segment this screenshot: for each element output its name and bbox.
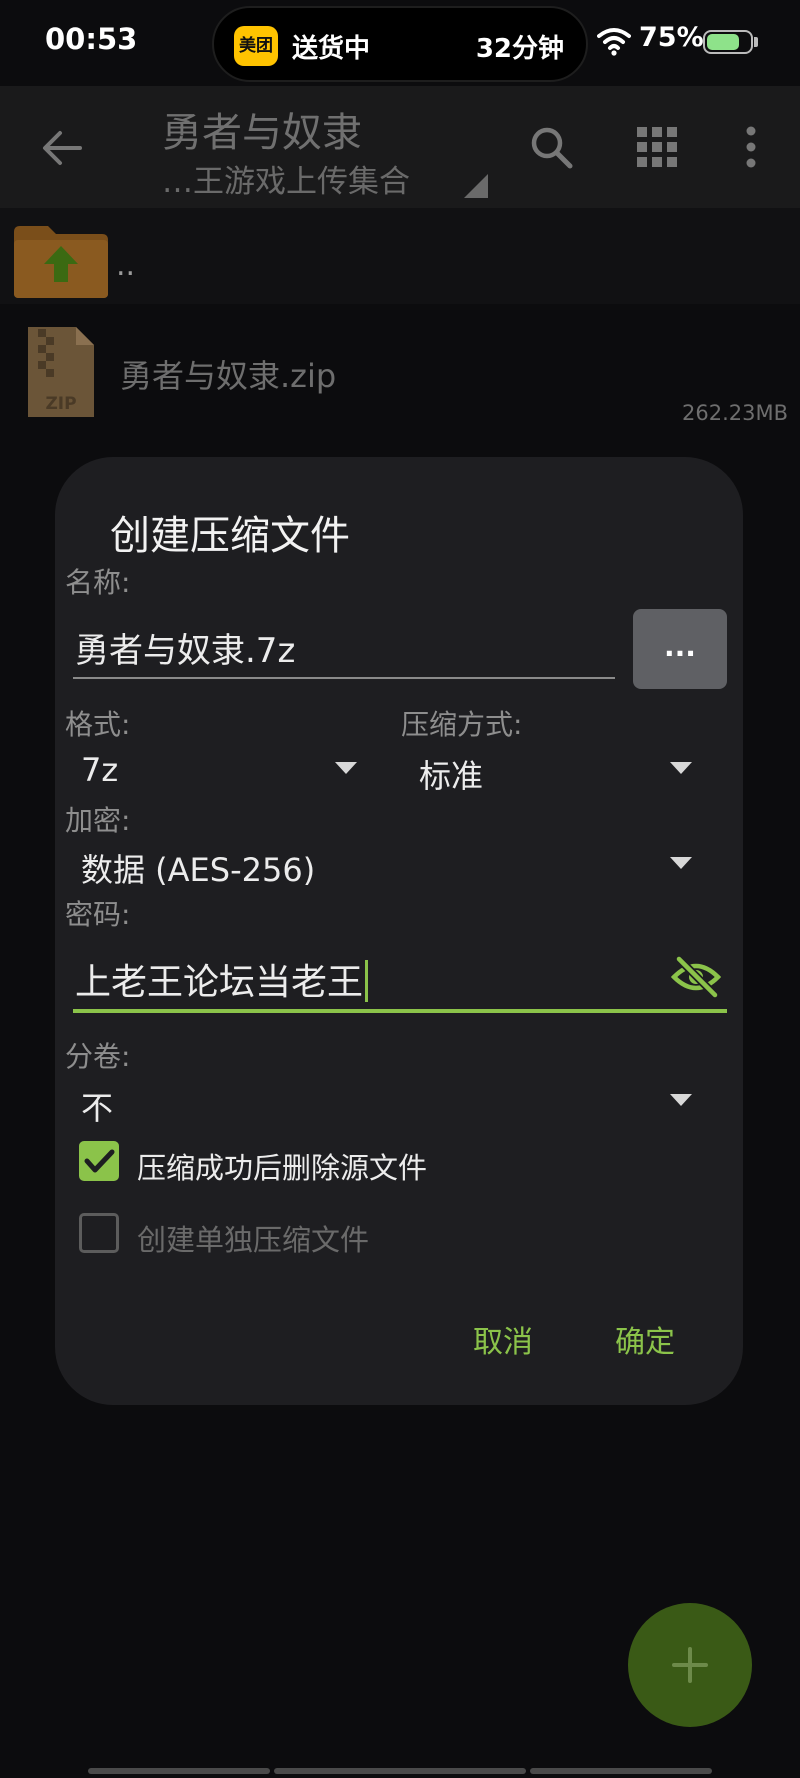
file-name: 勇者与奴隶.zip bbox=[120, 357, 337, 395]
method-label: 压缩方式: bbox=[401, 708, 523, 741]
zip-file-icon: ZIP bbox=[28, 327, 94, 417]
method-select[interactable]: 标准 bbox=[419, 751, 483, 797]
battery-tip bbox=[754, 37, 758, 47]
add-fab-button[interactable] bbox=[628, 1603, 752, 1727]
plus-icon bbox=[672, 1647, 708, 1683]
parent-folder-row[interactable]: .. bbox=[0, 208, 800, 304]
battery-percent: 75% bbox=[639, 22, 704, 53]
create-archive-dialog: 创建压缩文件 名称: 勇者与奴隶.7z ... 格式: 7z 压缩方式: 标准 … bbox=[55, 457, 743, 1405]
dynamic-island[interactable]: 美团 送货中 32分钟 bbox=[212, 6, 588, 82]
delivery-status: 送货中 bbox=[292, 34, 371, 64]
ok-button[interactable]: 确定 bbox=[615, 1317, 675, 1361]
name-field-underline bbox=[73, 677, 615, 679]
password-text: 上老王论坛当老王 bbox=[75, 962, 364, 1003]
battery-level-fill bbox=[707, 34, 739, 50]
separate-archives-label[interactable]: 创建单独压缩文件 bbox=[137, 1217, 369, 1259]
file-row[interactable]: ZIP 勇者与奴隶.zip 262.23MB bbox=[0, 305, 800, 425]
text-cursor bbox=[365, 960, 369, 1002]
battery-icon bbox=[703, 30, 753, 54]
status-time: 00:53 bbox=[45, 22, 138, 56]
dialog-title: 创建压缩文件 bbox=[110, 513, 350, 559]
folder-path[interactable]: …王游戏上传集合 bbox=[162, 156, 410, 201]
delivery-eta: 32分钟 bbox=[475, 34, 564, 64]
password-label: 密码: bbox=[65, 898, 131, 931]
more-vert-icon[interactable] bbox=[728, 124, 774, 170]
encryption-dropdown-icon[interactable] bbox=[670, 857, 692, 869]
path-dropdown-icon[interactable] bbox=[464, 174, 488, 198]
split-select[interactable]: 不 bbox=[81, 1083, 113, 1129]
file-size: 262.23MB bbox=[681, 401, 788, 425]
split-label: 分卷: bbox=[65, 1040, 131, 1073]
method-dropdown-icon[interactable] bbox=[670, 762, 692, 774]
format-label: 格式: bbox=[65, 708, 131, 741]
status-bar: 00:53 美团 送货中 32分钟 75% bbox=[0, 0, 800, 86]
back-arrow-icon[interactable] bbox=[40, 126, 84, 170]
password-field[interactable]: 上老王论坛当老王 bbox=[75, 953, 369, 1005]
gesture-bar-segment bbox=[88, 1768, 270, 1774]
folder-title: 勇者与奴隶 bbox=[162, 110, 362, 156]
password-field-underline bbox=[73, 1009, 727, 1013]
app-bar: 勇者与奴隶 …王游戏上传集合 bbox=[0, 86, 800, 208]
parent-folder-label: .. bbox=[116, 248, 136, 283]
folder-up-icon bbox=[14, 226, 108, 298]
gesture-bar-segment bbox=[530, 1768, 712, 1774]
format-select[interactable]: 7z bbox=[81, 751, 118, 789]
delete-source-checkbox[interactable] bbox=[79, 1141, 119, 1181]
wifi-icon bbox=[597, 28, 631, 56]
format-dropdown-icon[interactable] bbox=[335, 762, 357, 774]
name-field[interactable]: 勇者与奴隶.7z bbox=[75, 623, 295, 672]
gesture-bar-segment bbox=[274, 1768, 526, 1774]
grid-view-icon[interactable] bbox=[634, 124, 680, 170]
meituan-logo: 美团 bbox=[234, 26, 278, 66]
split-dropdown-icon[interactable] bbox=[670, 1094, 692, 1106]
cancel-button[interactable]: 取消 bbox=[473, 1317, 533, 1361]
delete-source-label[interactable]: 压缩成功后删除源文件 bbox=[137, 1145, 427, 1187]
separate-archives-checkbox[interactable] bbox=[79, 1213, 119, 1253]
name-label: 名称: bbox=[65, 566, 131, 599]
visibility-off-icon[interactable] bbox=[671, 955, 721, 999]
browse-button[interactable]: ... bbox=[633, 609, 727, 689]
svg-text:ZIP: ZIP bbox=[45, 394, 76, 414]
encryption-label: 加密: bbox=[65, 804, 131, 837]
encryption-select[interactable]: 数据 (AES-256) bbox=[81, 845, 315, 891]
check-icon bbox=[84, 1149, 115, 1173]
search-icon[interactable] bbox=[528, 124, 574, 170]
